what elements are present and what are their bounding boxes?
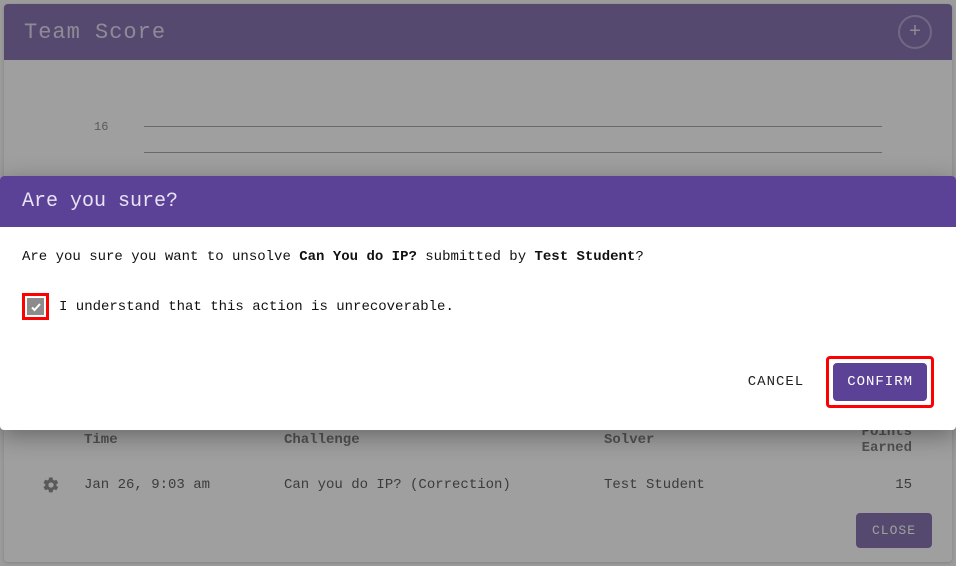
modal-msg-challenge: Can You do IP? [299, 249, 417, 265]
modal-actions: CANCEL CONFIRM [0, 338, 956, 430]
confirm-button[interactable]: CONFIRM [833, 363, 927, 401]
confirm-highlight: CONFIRM [826, 356, 934, 408]
confirm-checkbox-row: I understand that this action is unrecov… [22, 293, 934, 320]
checkbox-highlight [22, 293, 49, 320]
modal-message: Are you sure you want to unsolve Can You… [22, 249, 934, 265]
modal-title: Are you sure? [0, 176, 956, 227]
modal-msg-solver: Test Student [535, 249, 636, 265]
check-icon [30, 301, 42, 313]
modal-msg-mid: submitted by [417, 249, 535, 265]
cancel-button[interactable]: CANCEL [744, 364, 808, 400]
modal-msg-suffix: ? [635, 249, 643, 265]
confirm-checkbox[interactable] [27, 298, 44, 315]
modal-msg-prefix: Are you sure you want to unsolve [22, 249, 299, 265]
checkbox-label: I understand that this action is unrecov… [59, 299, 454, 315]
confirm-modal: Are you sure? Are you sure you want to u… [0, 176, 956, 430]
modal-body: Are you sure you want to unsolve Can You… [0, 227, 956, 338]
